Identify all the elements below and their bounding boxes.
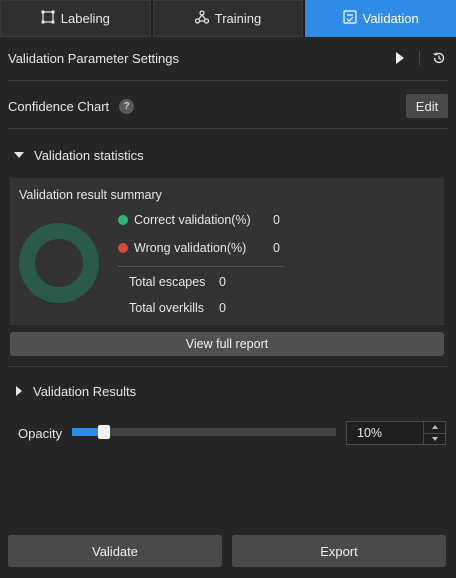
tab-training[interactable]: Training (152, 0, 304, 37)
collapse-caret-icon (14, 152, 24, 158)
export-button[interactable]: Export (232, 535, 446, 567)
validation-results-header[interactable]: Validation Results (8, 381, 448, 401)
divider (8, 128, 448, 129)
edit-button[interactable]: Edit (406, 94, 448, 118)
donut-ring (19, 223, 99, 303)
page-title: Validation Parameter Settings (8, 50, 180, 66)
validation-statistics-title: Validation statistics (34, 147, 144, 163)
total-overkills-value: 0 (219, 301, 226, 315)
opacity-label: Opacity (18, 426, 63, 441)
divider (8, 80, 448, 81)
parameter-settings-header: Validation Parameter Settings (8, 47, 448, 69)
validate-button[interactable]: Validate (8, 535, 222, 567)
arrow-up-icon (431, 425, 438, 430)
confidence-chart-row: Confidence Chart ? Edit (8, 94, 448, 118)
tab-labeling-label: Labeling (60, 11, 110, 26)
tab-bar: Labeling Training Validation (0, 0, 456, 37)
spin-arrows (423, 422, 445, 444)
validation-summary-panel: Validation result summary Correct valida… (10, 178, 444, 325)
view-full-report-button[interactable]: View full report (10, 332, 444, 356)
opacity-slider-handle[interactable] (98, 425, 110, 439)
increment-button[interactable] (424, 422, 445, 433)
labeling-icon (41, 10, 55, 27)
legend-divider (118, 266, 284, 267)
legend-correct-value: 0 (273, 213, 280, 227)
header-divider (419, 51, 420, 65)
opacity-slider-fill (72, 428, 101, 436)
validation-statistics-header[interactable]: Validation statistics (8, 145, 448, 165)
legend-wrong: Wrong validation(%) (118, 241, 246, 255)
total-escapes-label: Total escapes (129, 275, 206, 289)
decrement-button[interactable] (424, 432, 445, 445)
expand-caret-icon (16, 386, 22, 396)
total-overkills-label: Total overkills (129, 301, 205, 315)
tab-validation[interactable]: Validation (305, 0, 456, 37)
total-escapes-value: 0 (219, 275, 226, 289)
validation-icon (343, 10, 357, 27)
tab-validation-label: Validation (362, 11, 419, 26)
legend-wrong-value: 0 (273, 241, 280, 255)
help-icon[interactable]: ? (119, 98, 135, 114)
opacity-slider[interactable] (72, 425, 336, 439)
validation-results-title: Validation Results (33, 383, 137, 399)
training-icon (194, 10, 209, 27)
play-icon[interactable] (391, 49, 409, 67)
history-icon[interactable] (430, 49, 448, 67)
divider (8, 366, 448, 367)
legend-correct: Correct validation(%) (118, 213, 251, 227)
legend-correct-label: Correct validation(%) (134, 213, 251, 227)
tab-training-label: Training (214, 11, 262, 26)
tab-labeling[interactable]: Labeling (0, 0, 151, 37)
legend-wrong-label: Wrong validation(%) (134, 241, 247, 255)
correct-dot-icon (118, 215, 128, 225)
summary-donut-chart (19, 223, 99, 303)
confidence-chart-label: Confidence Chart (8, 98, 110, 114)
opacity-value[interactable]: 10% (347, 426, 423, 440)
summary-title: Validation result summary (19, 188, 162, 202)
opacity-spinbox[interactable]: 10% (346, 421, 446, 445)
wrong-dot-icon (118, 243, 128, 253)
arrow-down-icon (431, 436, 438, 441)
